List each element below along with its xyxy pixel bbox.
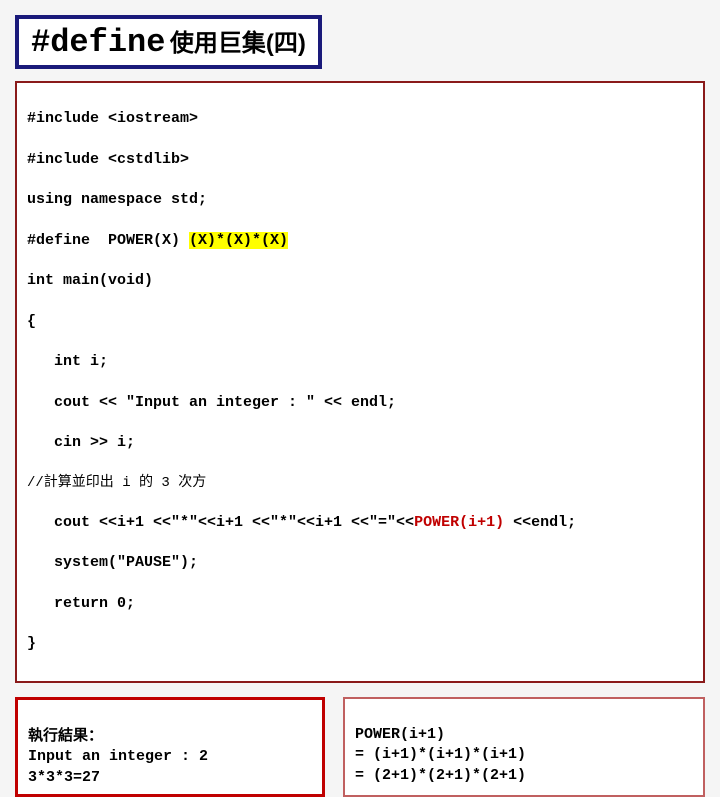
title-main: #define [31, 24, 165, 61]
highlighted-macro: (X)*(X)*(X) [189, 232, 288, 249]
expansion-line: = (2+1)*(2+1)*(2+1) [355, 767, 526, 784]
code-line: #define POWER(X) (X)*(X)*(X) [27, 231, 693, 251]
code-line: cout <<i+1 <<"*"<<i+1 <<"*"<<i+1 <<"="<<… [27, 513, 693, 533]
code-line: cout << "Input an integer : " << endl; [27, 393, 693, 413]
result-line: Input an integer : 2 [28, 748, 208, 765]
code-text: #define POWER(X) [27, 232, 189, 249]
code-line: return 0; [27, 594, 693, 614]
expansion-line: POWER(i+1) [355, 726, 445, 743]
code-text: cout <<i+1 <<"*"<<i+1 <<"*"<<i+1 <<"="<< [27, 514, 414, 531]
result-line: 3*3*3=27 [28, 769, 100, 786]
code-line: } [27, 634, 693, 654]
code-comment: //計算並印出 i 的 3 次方 [27, 474, 693, 493]
bottom-row: 執行結果： Input an integer : 2 3*3*3=27 POWE… [15, 697, 705, 797]
code-line: int i; [27, 352, 693, 372]
code-block: #include <iostream> #include <cstdlib> u… [15, 81, 705, 683]
result-box: 執行結果： Input an integer : 2 3*3*3=27 [15, 697, 325, 797]
expansion-line: = (i+1)*(i+1)*(i+1) [355, 746, 526, 763]
code-line: cin >> i; [27, 433, 693, 453]
code-line: system("PAUSE"); [27, 553, 693, 573]
code-line: #include <cstdlib> [27, 150, 693, 170]
result-label: 執行結果： [28, 727, 103, 744]
code-text: <<endl; [504, 514, 576, 531]
code-line: { [27, 312, 693, 332]
code-line: using namespace std; [27, 190, 693, 210]
title-subtitle: 使用巨集(四) [170, 30, 306, 57]
expansion-box: POWER(i+1) = (i+1)*(i+1)*(i+1) = (2+1)*(… [343, 697, 705, 797]
title-box: #define 使用巨集(四) [15, 15, 322, 69]
code-line: int main(void) [27, 271, 693, 291]
code-line: #include <iostream> [27, 109, 693, 129]
macro-call: POWER(i+1) [414, 514, 504, 531]
